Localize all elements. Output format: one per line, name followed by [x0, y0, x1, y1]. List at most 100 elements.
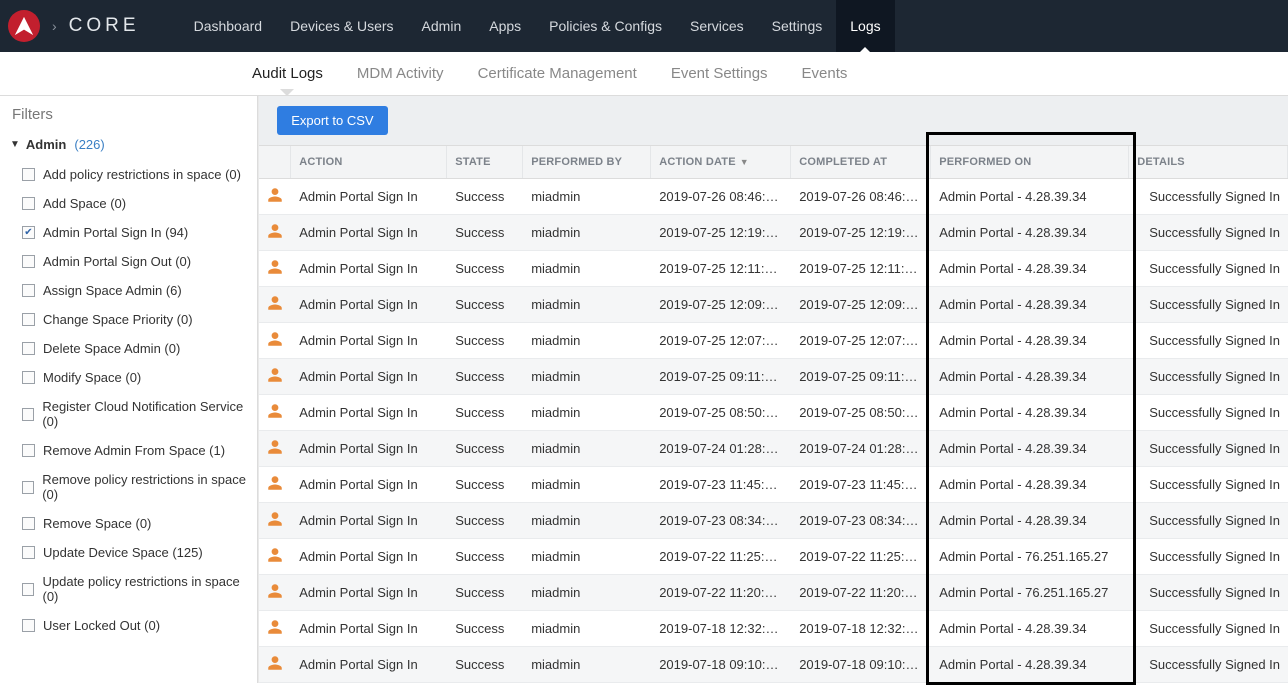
user-icon: [259, 216, 291, 249]
checkbox-icon[interactable]: [22, 481, 34, 494]
cell-details: Successfully Signed In: [1129, 323, 1288, 358]
topnav-item-dashboard[interactable]: Dashboard: [180, 0, 277, 52]
table-row[interactable]: Admin Portal Sign InSuccessmiadmin2019-0…: [259, 215, 1288, 251]
col-header-icon[interactable]: [259, 146, 291, 178]
filter-item-label: Delete Space Admin (0): [43, 341, 180, 356]
cell-completed-at: 2019-07-25 08:50:43...: [791, 395, 931, 430]
filter-item[interactable]: Change Space Priority (0): [10, 305, 249, 334]
cell-performed-by: miadmin: [523, 467, 651, 502]
filter-group-admin[interactable]: ▼ Admin (226): [10, 137, 249, 152]
filter-item-label: Remove Admin From Space (1): [43, 443, 225, 458]
checkbox-icon[interactable]: [22, 583, 34, 596]
cell-details: Successfully Signed In: [1129, 611, 1288, 646]
sort-desc-icon: ▼: [740, 157, 749, 167]
filter-item[interactable]: Update policy restrictions in space (0): [10, 567, 249, 611]
table-row[interactable]: Admin Portal Sign InSuccessmiadmin2019-0…: [259, 395, 1288, 431]
checkbox-icon[interactable]: [22, 313, 35, 326]
cell-details: Successfully Signed In: [1129, 539, 1288, 574]
filter-item[interactable]: Assign Space Admin (6): [10, 276, 249, 305]
table-row[interactable]: Admin Portal Sign InSuccessmiadmin2019-0…: [259, 539, 1288, 575]
col-header-action-date[interactable]: Action Date ▼: [651, 146, 791, 178]
col-header-details[interactable]: Details: [1129, 146, 1288, 178]
table-row[interactable]: Admin Portal Sign InSuccessmiadmin2019-0…: [259, 647, 1288, 683]
subnav-item-audit-logs[interactable]: Audit Logs: [250, 65, 325, 82]
cell-completed-at: 2019-07-23 08:34:38...: [791, 503, 931, 538]
filter-item[interactable]: Admin Portal Sign Out (0): [10, 247, 249, 276]
col-header-performed-on[interactable]: Performed On: [931, 146, 1129, 178]
checkbox-icon[interactable]: [22, 517, 35, 530]
user-icon: [259, 576, 291, 609]
col-header-state[interactable]: State: [447, 146, 523, 178]
filter-item[interactable]: Add policy restrictions in space (0): [10, 160, 249, 189]
cell-state: Success: [447, 251, 523, 286]
checkbox-icon[interactable]: [22, 168, 35, 181]
subnav-item-events[interactable]: Events: [800, 65, 850, 82]
table-row[interactable]: Admin Portal Sign InSuccessmiadmin2019-0…: [259, 359, 1288, 395]
col-header-completed-at[interactable]: Completed At: [791, 146, 931, 178]
user-icon: [259, 252, 291, 285]
checkbox-icon[interactable]: [22, 546, 35, 559]
checkbox-icon[interactable]: [22, 444, 35, 457]
topnav-item-policies-configs[interactable]: Policies & Configs: [535, 0, 676, 52]
export-csv-button[interactable]: Export to CSV: [277, 106, 387, 135]
table-row[interactable]: Admin Portal Sign InSuccessmiadmin2019-0…: [259, 611, 1288, 647]
filter-item[interactable]: Update Device Space (125): [10, 538, 249, 567]
cell-action: Admin Portal Sign In: [291, 251, 447, 286]
checkbox-icon[interactable]: [22, 619, 35, 632]
filter-item-label: Admin Portal Sign In (94): [43, 225, 188, 240]
cell-action: Admin Portal Sign In: [291, 359, 447, 394]
user-icon: [259, 324, 291, 357]
subnav-item-certificate-management[interactable]: Certificate Management: [476, 65, 639, 82]
cell-action-date: 2019-07-22 11:25:40...: [651, 539, 791, 574]
table-row[interactable]: Admin Portal Sign InSuccessmiadmin2019-0…: [259, 467, 1288, 503]
checkbox-icon[interactable]: [22, 342, 35, 355]
cell-action-date: 2019-07-22 11:20:50...: [651, 575, 791, 610]
table-row[interactable]: Admin Portal Sign InSuccessmiadmin2019-0…: [259, 431, 1288, 467]
cell-completed-at: 2019-07-24 01:28:52...: [791, 431, 931, 466]
filter-item[interactable]: Modify Space (0): [10, 363, 249, 392]
filter-item[interactable]: Delete Space Admin (0): [10, 334, 249, 363]
topnav-item-logs[interactable]: Logs: [836, 0, 894, 52]
checkbox-icon[interactable]: [22, 371, 35, 384]
table-row[interactable]: Admin Portal Sign InSuccessmiadmin2019-0…: [259, 179, 1288, 215]
filter-item[interactable]: ✔ Admin Portal Sign In (94): [10, 218, 249, 247]
checkbox-icon[interactable]: [22, 408, 34, 421]
filter-item[interactable]: Add Space (0): [10, 189, 249, 218]
topnav-item-services[interactable]: Services: [676, 0, 758, 52]
table-row[interactable]: Admin Portal Sign InSuccessmiadmin2019-0…: [259, 287, 1288, 323]
table-row[interactable]: Admin Portal Sign InSuccessmiadmin2019-0…: [259, 503, 1288, 539]
col-header-performed-by[interactable]: Performed By: [523, 146, 651, 178]
cell-performed-by: miadmin: [523, 431, 651, 466]
cell-action: Admin Portal Sign In: [291, 431, 447, 466]
filter-item[interactable]: User Locked Out (0): [10, 611, 249, 640]
logo-icon: [8, 10, 40, 42]
cell-details: Successfully Signed In: [1129, 575, 1288, 610]
cell-action-date: 2019-07-25 12:19:48...: [651, 215, 791, 250]
subnav-item-event-settings[interactable]: Event Settings: [669, 65, 770, 82]
table-row[interactable]: Admin Portal Sign InSuccessmiadmin2019-0…: [259, 323, 1288, 359]
topnav-item-devices-users[interactable]: Devices & Users: [276, 0, 407, 52]
cell-details: Successfully Signed In: [1129, 215, 1288, 250]
filter-item[interactable]: Register Cloud Notification Service (0): [10, 392, 249, 436]
topnav-item-apps[interactable]: Apps: [475, 0, 535, 52]
chevron-right-icon: ›: [52, 18, 57, 34]
filter-item[interactable]: Remove Admin From Space (1): [10, 436, 249, 465]
cell-performed-by: miadmin: [523, 575, 651, 610]
user-icon: [259, 180, 291, 213]
filter-item[interactable]: Remove Space (0): [10, 509, 249, 538]
checkbox-icon[interactable]: [22, 197, 35, 210]
checkbox-icon[interactable]: ✔: [22, 226, 35, 239]
cell-performed-by: miadmin: [523, 323, 651, 358]
cell-state: Success: [447, 611, 523, 646]
checkbox-icon[interactable]: [22, 255, 35, 268]
subnav-item-mdm-activity[interactable]: MDM Activity: [355, 65, 446, 82]
cell-performed-on: Admin Portal - 4.28.39.34: [931, 215, 1129, 250]
topnav-item-settings[interactable]: Settings: [758, 0, 837, 52]
cell-details: Successfully Signed In: [1129, 647, 1288, 682]
filter-item[interactable]: Remove policy restrictions in space (0): [10, 465, 249, 509]
table-row[interactable]: Admin Portal Sign InSuccessmiadmin2019-0…: [259, 575, 1288, 611]
col-header-action[interactable]: Action: [291, 146, 447, 178]
checkbox-icon[interactable]: [22, 284, 35, 297]
table-row[interactable]: Admin Portal Sign InSuccessmiadmin2019-0…: [259, 251, 1288, 287]
topnav-item-admin[interactable]: Admin: [408, 0, 476, 52]
